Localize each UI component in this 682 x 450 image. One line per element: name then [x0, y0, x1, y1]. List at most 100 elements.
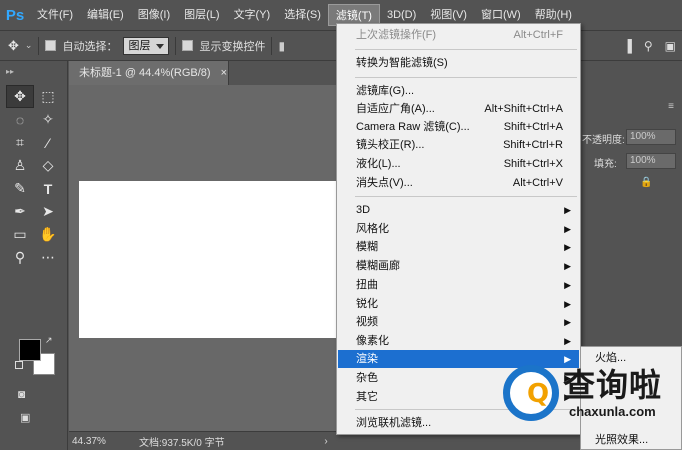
quick-mask-icon[interactable]: ◙ — [18, 387, 25, 401]
options-right-icons: ▐ ⚲ ▣ — [623, 39, 676, 53]
submenu-arrow-icon: ▶ — [564, 261, 571, 271]
menu-item-distort[interactable]: 扭曲 ▶ — [338, 276, 579, 294]
magic-wand-tool-icon[interactable]: ✧ — [34, 108, 62, 131]
separator — [38, 36, 40, 55]
menu-item-shortcut: Shift+Ctrl+X — [503, 158, 563, 170]
menu-item-label: 风格化 — [356, 223, 389, 235]
menu-file[interactable]: 文件(F) — [30, 4, 80, 26]
submenu-arrow-icon: ▶ — [564, 299, 571, 309]
submenu-item-lighting-effects[interactable]: 光照效果... — [581, 431, 681, 449]
opacity-input[interactable]: 100% — [626, 129, 676, 145]
screen-mode-icon[interactable]: ▣ — [20, 411, 30, 424]
type-tool-icon[interactable]: T — [34, 177, 62, 200]
menu-item-label: Camera Raw 滤镜(C)... — [356, 121, 470, 133]
document-tab[interactable]: 未标题-1 @ 44.4%(RGB/8) × — [69, 61, 229, 85]
watermark-name: 查询啦 — [563, 366, 663, 404]
panel-menu-icon[interactable]: ≡ — [668, 101, 674, 112]
menu-item-label: 视频 — [356, 316, 378, 328]
photoshop-logo[interactable]: Ps — [0, 0, 30, 30]
menu-item-liquify[interactable]: 液化(L)... Shift+Ctrl+X — [338, 155, 579, 173]
close-icon[interactable]: × — [221, 67, 227, 79]
rectangle-tool-icon[interactable]: ▭ — [6, 223, 34, 246]
menu-item-shortcut: Shift+Ctrl+R — [503, 139, 563, 151]
submenu-arrow-icon: ▶ — [564, 317, 571, 327]
separator — [271, 36, 273, 55]
brush-tool-icon[interactable]: ✎ — [6, 177, 34, 200]
more-tools-icon[interactable]: ⋯ — [34, 246, 62, 269]
tool-grid: ✥ ⬚ ◌ ✧ ⌗ ⁄ ♙ ◇ ✎ T ✒ ➤ ▭ ✋ ⚲ ⋯ — [6, 85, 62, 269]
menu-item-label: 消失点(V)... — [356, 177, 413, 189]
menu-item-label: 上次滤镜操作(F) — [356, 29, 437, 41]
menu-item-label: 镜头校正(R)... — [356, 139, 425, 151]
zoom-icon[interactable]: ⚲ — [644, 39, 653, 53]
document-tab-title: 未标题-1 @ 44.4%(RGB/8) — [79, 67, 211, 79]
menu-item-shortcut: Alt+Ctrl+F — [513, 29, 563, 41]
zoom-tool-icon[interactable]: ⚲ — [6, 246, 34, 269]
show-transform-checkbox[interactable] — [182, 40, 194, 51]
panel-collapse-icon[interactable]: ▸▸ — [6, 67, 14, 76]
path-selection-tool-icon[interactable]: ➤ — [34, 200, 62, 223]
zoom-level[interactable]: 44.37% — [69, 436, 111, 447]
document-size-status: 文档:937.5K/0 字节 — [139, 437, 225, 449]
menu-item-shortcut: Alt+Shift+Ctrl+A — [484, 103, 563, 115]
menu-item-blur[interactable]: 模糊 ▶ — [338, 238, 579, 256]
move-tool-preset-icon[interactable]: ✥ — [8, 38, 19, 54]
menu-edit[interactable]: 编辑(E) — [80, 4, 131, 26]
watermark-url: chaxunla.com — [569, 404, 656, 419]
menu-item-sharpen[interactable]: 锐化 ▶ — [338, 295, 579, 313]
status-menu-arrow-icon[interactable]: › — [315, 436, 337, 447]
eraser-tool-icon[interactable]: ◇ — [34, 154, 62, 177]
submenu-arrow-icon: ▶ — [564, 205, 571, 215]
lasso-tool-icon[interactable]: ◌ — [6, 108, 34, 131]
marquee-tool-icon[interactable]: ⬚ — [34, 85, 62, 108]
menu-item-shortcut: Alt+Ctrl+V — [512, 177, 563, 189]
move-tool-icon[interactable]: ✥ — [6, 85, 34, 108]
menu-item-label: 锐化 — [356, 298, 378, 310]
menu-item-label: 其它 — [356, 391, 378, 403]
menu-item-shortcut: Shift+Ctrl+A — [503, 121, 563, 133]
submenu-arrow-icon: ▶ — [564, 224, 571, 234]
menu-item-lens-correction[interactable]: 镜头校正(R)... Shift+Ctrl+R — [338, 136, 579, 154]
foreground-color-swatch[interactable] — [19, 339, 41, 361]
menu-item-filter-gallery[interactable]: 滤镜库(G)... — [338, 82, 579, 100]
menu-type[interactable]: 文字(Y) — [227, 4, 278, 26]
eyedropper-tool-icon[interactable]: ⁄ — [34, 131, 62, 154]
menu-item-last-filter[interactable]: 上次滤镜操作(F) Alt+Ctrl+F — [338, 26, 579, 44]
pen-tool-icon[interactable]: ✒ — [6, 200, 34, 223]
auto-select-dropdown[interactable]: 图层 — [123, 36, 170, 55]
auto-select-checkbox[interactable] — [45, 40, 57, 51]
menu-item-label: 模糊画廊 — [356, 260, 400, 272]
menu-item-convert-smart-filters[interactable]: 转换为智能滤镜(S) — [338, 54, 579, 72]
menu-select[interactable]: 选择(S) — [277, 4, 328, 26]
default-colors-icon[interactable] — [15, 361, 23, 369]
swap-colors-icon[interactable]: ↗ — [45, 335, 53, 346]
align-left-icon[interactable]: ▐ — [623, 39, 632, 53]
camera-icon[interactable]: ▣ — [665, 39, 676, 53]
menu-image[interactable]: 图像(I) — [131, 4, 177, 26]
status-bar: 44.37% 文档:937.5K/0 字节 › — [69, 431, 337, 450]
menu-item-label: 滤镜库(G)... — [356, 85, 415, 97]
menu-item-camera-raw[interactable]: Camera Raw 滤镜(C)... Shift+Ctrl+A — [338, 118, 579, 136]
menu-item-stylize[interactable]: 风格化 ▶ — [338, 220, 579, 238]
align-icon[interactable]: ▮ — [278, 39, 285, 53]
menu-item-vanishing-point[interactable]: 消失点(V)... Alt+Ctrl+V — [338, 174, 579, 192]
menu-item-adaptive-wide-angle[interactable]: 自适应广角(A)... Alt+Shift+Ctrl+A — [338, 100, 579, 118]
submenu-arrow-icon: ▶ — [564, 336, 571, 346]
chevron-down-icon[interactable]: ⌄ — [25, 40, 33, 51]
menu-item-3d[interactable]: 3D ▶ — [338, 201, 579, 219]
tools-panel: ▸▸ ✥ ⬚ ◌ ✧ ⌗ ⁄ ♙ ◇ ✎ T ✒ ➤ ▭ ✋ ⚲ ⋯ ↗ ◙ ▣ — [0, 61, 68, 450]
menu-layer[interactable]: 图层(L) — [177, 4, 226, 26]
crop-tool-icon[interactable]: ⌗ — [6, 131, 34, 154]
canvas[interactable] — [79, 181, 337, 338]
stamp-tool-icon[interactable]: ♙ — [6, 154, 34, 177]
menu-item-pixelate[interactable]: 像素化 ▶ — [338, 332, 579, 350]
menu-separator — [355, 49, 577, 50]
hand-tool-icon[interactable]: ✋ — [34, 223, 62, 246]
menu-item-label: 自适应广角(A)... — [356, 103, 435, 115]
menu-item-video[interactable]: 视频 ▶ — [338, 313, 579, 331]
menu-item-label: 液化(L)... — [356, 158, 401, 170]
menu-item-label: 杂色 — [356, 372, 378, 384]
fill-input[interactable]: 100% — [626, 153, 676, 169]
show-transform-label: 显示变换控件 — [199, 40, 266, 53]
menu-item-blur-gallery[interactable]: 模糊画廊 ▶ — [338, 257, 579, 275]
